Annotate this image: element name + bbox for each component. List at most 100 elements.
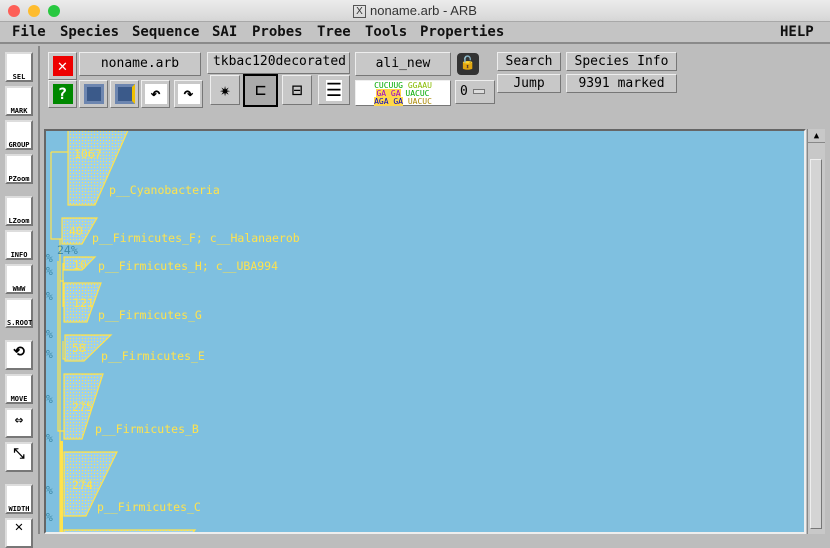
jump-button[interactable]: Jump xyxy=(497,74,561,93)
lock-icon[interactable]: 🔓 xyxy=(457,53,479,75)
tool-move[interactable]: MOVE xyxy=(5,374,33,404)
list-icon: ☰ xyxy=(325,79,343,101)
title-bar: Xnoname.arb - ARB xyxy=(0,0,830,22)
x11-icon: X xyxy=(353,5,367,19)
width-icon: WIDTH xyxy=(8,505,30,513)
radial-tree-icon: ✷ xyxy=(219,79,231,101)
mark-icon: MARK xyxy=(10,107,28,115)
tool-swap[interactable]: ⇔ xyxy=(5,408,33,438)
alignment-button[interactable]: ali_new xyxy=(355,52,451,76)
lzoom-icon: LZoom xyxy=(8,217,30,225)
marked-count-button[interactable]: 9391 marked xyxy=(566,74,677,93)
tool-lzoom[interactable]: LZoom xyxy=(5,196,33,226)
tool-more[interactable]: ✕ xyxy=(5,518,33,548)
set-root-icon: S.ROOT xyxy=(7,319,33,327)
tool-info[interactable]: INFO xyxy=(5,230,33,260)
tool-www[interactable]: WWW xyxy=(5,264,33,294)
irs-tree-button[interactable]: ⊟ xyxy=(282,75,312,105)
dendrogram-tree-button[interactable]: ⊏ xyxy=(243,74,278,107)
minimize-window-button[interactable] xyxy=(28,5,40,17)
group-triangle xyxy=(63,529,197,532)
tool-pzoom[interactable]: PZoom xyxy=(5,154,33,184)
scrollbar-thumb[interactable] xyxy=(810,159,822,529)
zoom-window-button[interactable] xyxy=(48,5,60,17)
bootstrap-value: 1% xyxy=(45,483,53,497)
floppy-pencil-icon xyxy=(114,84,135,104)
tree-canvas[interactable]: 1067 p__Cyanobacteria 40 p__Firmicutes_F… xyxy=(44,129,806,534)
group-label[interactable]: p__Firmicutes_B xyxy=(95,422,199,436)
tree-name-button[interactable]: tkbac120decorated xyxy=(207,52,350,74)
tool-length[interactable]: ⤡ xyxy=(5,442,33,472)
database-name-button[interactable]: noname.arb xyxy=(79,52,201,76)
save-as-button[interactable] xyxy=(110,80,139,108)
menu-help[interactable]: HELP xyxy=(780,24,814,40)
menu-file[interactable]: File xyxy=(12,24,46,40)
menu-properties[interactable]: Properties xyxy=(420,24,504,40)
group-count: 275 xyxy=(72,400,93,414)
tool-rotate[interactable]: ⟲ xyxy=(5,340,33,370)
floppy-icon xyxy=(83,84,104,104)
tool-mark[interactable]: MARK xyxy=(5,86,33,116)
option-menu-icon xyxy=(472,89,485,94)
tool-set-root[interactable]: S.ROOT xyxy=(5,298,33,328)
undo-button[interactable]: ↶ xyxy=(141,80,170,108)
group-label[interactable]: p__Firmicutes_C xyxy=(97,500,201,514)
group-label[interactable]: p__Firmicutes_H; c__UBA994 xyxy=(98,259,278,273)
divider xyxy=(38,46,40,534)
cross-branch-icon: ✕ xyxy=(14,519,24,535)
group-label[interactable]: p__Firmicutes_F; c__Halanaerob xyxy=(92,231,300,245)
group-icon: GROUP xyxy=(8,141,30,149)
group-count: 58 xyxy=(72,341,86,355)
www-icon: WWW xyxy=(12,285,26,293)
group-label[interactable]: p__Firmicutes_E xyxy=(101,349,205,363)
menu-tree[interactable]: Tree xyxy=(317,24,351,40)
swap-icon: ⇔ xyxy=(14,412,24,428)
group-count: 121 xyxy=(73,296,94,310)
branch-length-icon: ⤡ xyxy=(13,446,25,462)
dendrogram-icon: ⊏ xyxy=(255,80,266,101)
bootstrap-value: 8% xyxy=(45,289,53,303)
bootstrap-value: 9% xyxy=(45,392,53,406)
bootstrap-value: 24% xyxy=(57,243,78,257)
menu-sai[interactable]: SAI xyxy=(212,24,237,40)
group-count: 274 xyxy=(72,478,93,492)
bootstrap-value: 7% xyxy=(45,347,53,361)
menu-species[interactable]: Species xyxy=(60,24,119,40)
zero-select-dropdown[interactable]: 0 xyxy=(455,80,495,104)
close-icon: ✕ xyxy=(52,56,73,76)
group-label[interactable]: p__Cyanobacteria xyxy=(109,183,220,197)
scroll-up-arrow[interactable]: ▲ xyxy=(808,129,825,143)
redo-icon: ↷ xyxy=(177,84,200,104)
group-label[interactable]: p__Firmicutes_G xyxy=(98,308,202,322)
bootstrap-value: 6% xyxy=(45,431,53,445)
tool-select[interactable]: SEL xyxy=(5,52,33,82)
radial-tree-button[interactable]: ✷ xyxy=(210,75,240,105)
help-icon: ? xyxy=(52,84,73,104)
window-title: noname.arb - ARB xyxy=(370,3,477,18)
save-button[interactable] xyxy=(79,80,108,108)
sequence-editor-button[interactable]: CUCUUG GGAAU GA GA UACUC AGA GA UACUC xyxy=(355,80,451,106)
move-icon: MOVE xyxy=(10,395,28,403)
bootstrap-value: 1% xyxy=(45,264,53,278)
close-button[interactable]: ✕ xyxy=(48,52,77,80)
tool-group[interactable]: GROUP xyxy=(5,120,33,150)
close-window-button[interactable] xyxy=(8,5,20,17)
bootstrap-value: 6% xyxy=(45,251,53,265)
rotate-icon: ⟲ xyxy=(13,344,25,360)
group-count: 1067 xyxy=(74,147,102,161)
group-count: 40 xyxy=(69,224,83,238)
redo-button[interactable]: ↷ xyxy=(174,80,203,108)
help-button[interactable]: ? xyxy=(48,80,77,108)
undo-icon: ↶ xyxy=(144,84,167,104)
menu-tools[interactable]: Tools xyxy=(365,24,407,40)
menu-probes[interactable]: Probes xyxy=(252,24,303,40)
tool-width[interactable]: WIDTH xyxy=(5,484,33,514)
menu-bar: File Species Sequence SAI Probes Tree To… xyxy=(0,22,830,44)
search-button[interactable]: Search xyxy=(497,52,561,71)
info-icon: INFO xyxy=(10,251,28,259)
list-view-button[interactable]: ☰ xyxy=(318,75,350,105)
bootstrap-value: 0% xyxy=(45,510,53,524)
vertical-scrollbar[interactable]: ▲ xyxy=(807,129,825,534)
menu-sequence[interactable]: Sequence xyxy=(132,24,199,40)
species-info-button[interactable]: Species Info xyxy=(566,52,677,71)
